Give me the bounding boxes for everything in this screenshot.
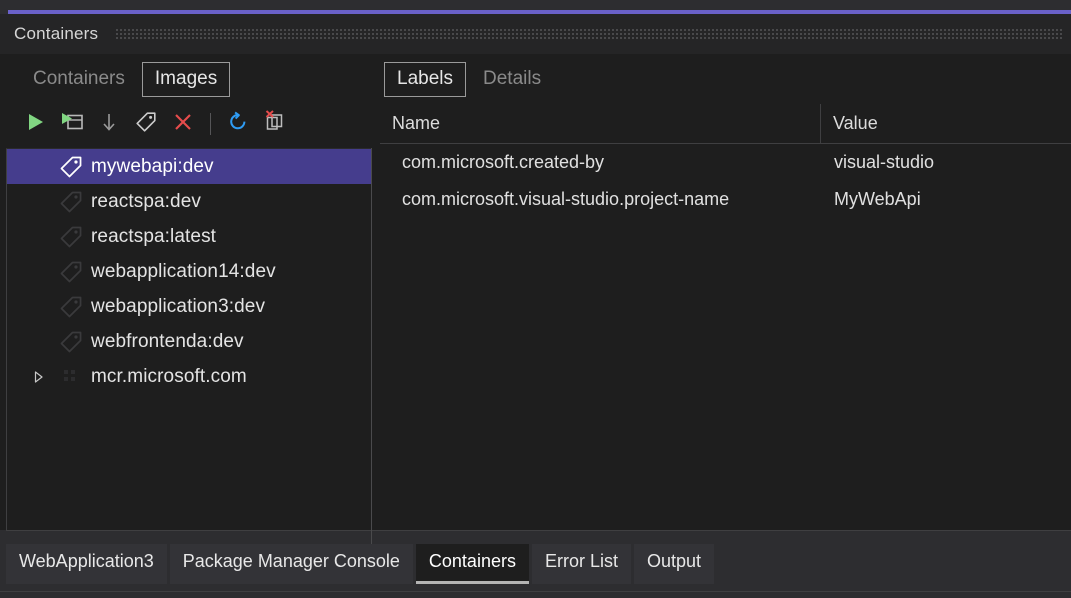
table-row[interactable]: com.microsoft.visual-studio.project-name… xyxy=(372,181,1071,218)
list-item-label: webapplication3:dev xyxy=(91,295,266,317)
tool-window: Containers Containers Images mywebapi:de… xyxy=(0,14,1071,530)
labels-grid-header: Name Value xyxy=(380,104,1071,144)
dock-tab-package-manager-console[interactable]: Package Manager Console xyxy=(169,544,413,584)
dock-splitter-stub xyxy=(371,530,372,544)
containers-tool-window-root: Containers Containers Images mywebapi:de… xyxy=(0,0,1071,598)
tool-window-body: Containers Images mywebapi:dev reactspa:… xyxy=(0,54,1071,530)
label-name: com.microsoft.created-by xyxy=(402,152,605,172)
list-item[interactable]: mywebapi:dev xyxy=(7,149,372,184)
dock-tab-webapplication3[interactable]: WebApplication3 xyxy=(6,544,167,584)
table-row[interactable]: com.microsoft.created-by visual-studio xyxy=(372,144,1071,181)
tag-icon xyxy=(51,324,91,359)
twisty-placeholder xyxy=(25,149,51,184)
labels-grid-body: com.microsoft.created-by visual-studio c… xyxy=(372,144,1071,218)
refresh-button[interactable] xyxy=(221,108,255,140)
tag-icon xyxy=(51,219,91,254)
bottom-dock: WebApplication3 Package Manager Console … xyxy=(0,530,1071,598)
tag-icon xyxy=(51,254,91,289)
list-item[interactable]: mcr.microsoft.com xyxy=(7,359,372,394)
dock-tab-strip: WebApplication3 Package Manager Console … xyxy=(6,544,715,584)
run-icon xyxy=(24,111,46,138)
tag-icon xyxy=(51,289,91,324)
run-interactive-button[interactable] xyxy=(55,108,89,140)
images-toolbar xyxy=(0,104,372,144)
list-item-label: mcr.microsoft.com xyxy=(91,365,247,387)
list-item-label: webapplication14:dev xyxy=(91,260,276,282)
twisty-placeholder xyxy=(25,184,51,219)
twisty-placeholder xyxy=(25,289,51,324)
pane-tab-strip: Containers Images xyxy=(0,54,372,104)
pull-button[interactable] xyxy=(92,108,126,140)
twisty-placeholder xyxy=(25,219,51,254)
drag-grip[interactable] xyxy=(116,27,1063,41)
dock-tab-containers[interactable]: Containers xyxy=(415,544,529,584)
dock-bottom-border xyxy=(0,591,1071,592)
dock-tab-label: Output xyxy=(646,551,702,571)
column-header-name[interactable]: Name xyxy=(380,104,820,143)
tab-details-label: Details xyxy=(483,67,542,89)
twisty-placeholder xyxy=(25,324,51,359)
tab-images-label: Images xyxy=(154,67,218,89)
dock-tab-label: WebApplication3 xyxy=(19,551,154,571)
list-item-label: reactspa:latest xyxy=(91,225,217,247)
details-tab-strip: Labels Details xyxy=(372,54,1071,104)
list-item-label: mywebapi:dev xyxy=(91,155,214,177)
dock-tab-label: Package Manager Console xyxy=(182,551,400,571)
refresh-icon xyxy=(226,110,250,139)
dock-tab-label: Containers xyxy=(428,551,516,571)
label-name: com.microsoft.visual-studio.project-name xyxy=(402,189,730,209)
registry-group-icon xyxy=(51,359,91,394)
labels-pane: Labels Details Name Value com.microsoft.… xyxy=(372,54,1071,530)
tag-icon xyxy=(134,110,158,139)
pull-icon xyxy=(99,111,119,138)
images-tree[interactable]: mywebapi:dev reactspa:dev reactspa:lates… xyxy=(6,148,372,530)
list-item[interactable]: reactspa:latest xyxy=(7,219,372,254)
page-title: Containers xyxy=(14,24,99,43)
tab-images[interactable]: Images xyxy=(141,61,231,97)
dock-top-border xyxy=(6,530,1071,531)
dock-tab-label: Error List xyxy=(544,551,618,571)
dock-tab-error-list[interactable]: Error List xyxy=(531,544,631,584)
tool-window-titlebar: Containers xyxy=(0,14,1071,54)
tag-icon xyxy=(51,184,91,219)
remove-button[interactable] xyxy=(166,108,200,140)
list-item-label: reactspa:dev xyxy=(91,190,201,212)
run-interactive-icon xyxy=(60,111,84,138)
tag-button[interactable] xyxy=(129,108,163,140)
label-value: visual-studio xyxy=(834,152,935,172)
close-icon xyxy=(172,111,194,138)
list-item[interactable]: webapplication3:dev xyxy=(7,289,372,324)
tab-containers-label: Containers xyxy=(33,67,125,89)
column-header-value-label: Value xyxy=(833,113,878,133)
column-header-value[interactable]: Value xyxy=(820,104,1071,143)
dock-tab-output[interactable]: Output xyxy=(633,544,715,584)
tab-containers[interactable]: Containers xyxy=(20,62,138,97)
tab-details[interactable]: Details xyxy=(470,62,554,97)
prune-images-button[interactable] xyxy=(258,108,292,140)
images-pane: Containers Images mywebapi:dev reactspa:… xyxy=(0,54,372,530)
list-item[interactable]: reactspa:dev xyxy=(7,184,372,219)
list-item[interactable]: webapplication14:dev xyxy=(7,254,372,289)
twisty-placeholder xyxy=(25,254,51,289)
list-item-label: webfrontenda:dev xyxy=(91,330,244,352)
list-item[interactable]: webfrontenda:dev xyxy=(7,324,372,359)
column-header-name-label: Name xyxy=(392,113,441,133)
run-button[interactable] xyxy=(18,108,52,140)
chevron-right-icon[interactable] xyxy=(25,359,51,394)
toolbar-separator xyxy=(210,113,211,135)
tag-icon xyxy=(51,149,91,184)
label-value: MyWebApi xyxy=(834,189,921,209)
tab-labels[interactable]: Labels xyxy=(384,61,466,97)
tab-labels-label: Labels xyxy=(397,67,453,89)
prune-images-icon xyxy=(262,109,288,140)
